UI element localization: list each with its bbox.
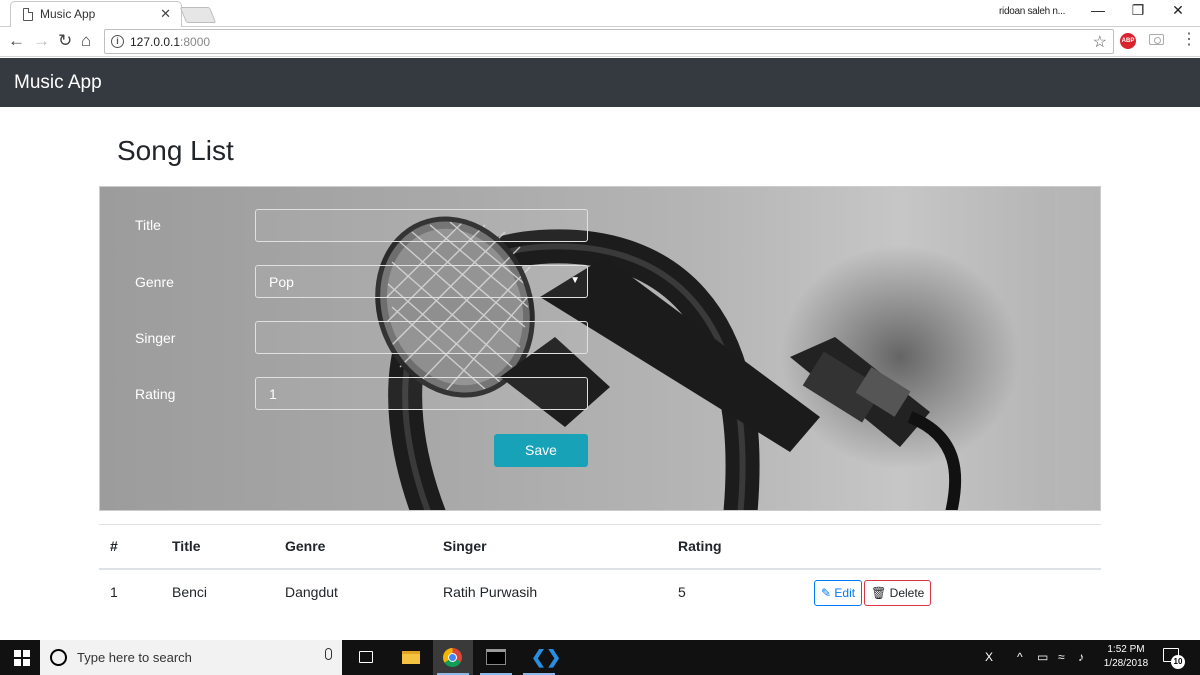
kebab-menu-icon[interactable]: ⋮ xyxy=(1181,32,1197,48)
song-table: # Title Genre Singer Rating 1 Benci Dang… xyxy=(99,524,1101,614)
genre-label: Genre xyxy=(135,274,174,290)
delete-button[interactable]: 🗑 Delete xyxy=(864,579,932,606)
edit-button[interactable]: ✎ Edit xyxy=(814,579,863,606)
new-tab-button[interactable] xyxy=(179,7,217,23)
windows-start-icon[interactable] xyxy=(14,650,30,666)
page-icon xyxy=(23,8,33,21)
profile-name[interactable]: ridoan saleh n... xyxy=(999,6,1065,17)
vscode-icon[interactable]: ❮❯ xyxy=(519,640,561,675)
url-text: 127.0.0.1:8000 xyxy=(130,35,211,49)
taskbar-search-placeholder: Type here to search xyxy=(77,650,192,665)
people-icon[interactable]: Х xyxy=(985,650,993,664)
forward-arrow-icon[interactable]: → xyxy=(33,32,50,50)
column-header-genre: Genre xyxy=(274,524,432,570)
terminal-icon[interactable] xyxy=(476,640,516,675)
cortana-icon xyxy=(50,649,67,666)
singer-input[interactable] xyxy=(255,321,588,354)
column-header-number: # xyxy=(99,524,161,570)
browser-toolbar: ← → ↻ ⌂ i 127.0.0.1:8000 ☆ ABP ⋮ xyxy=(0,27,1200,57)
app-navbar: Music App xyxy=(0,58,1200,107)
table-header-row: # Title Genre Singer Rating xyxy=(99,524,1101,570)
dropdown-arrow-icon: ▼ xyxy=(570,275,580,286)
home-icon[interactable]: ⌂ xyxy=(81,32,91,50)
row-actions: ✎ Edit 🗑 Delete xyxy=(803,569,1101,614)
column-header-singer: Singer xyxy=(432,524,667,570)
close-window-button[interactable]: ✕ xyxy=(1158,2,1198,19)
title-input[interactable] xyxy=(255,209,588,242)
address-bar[interactable]: i 127.0.0.1:8000 ☆ xyxy=(104,29,1114,54)
column-header-rating: Rating xyxy=(667,524,803,570)
chrome-icon[interactable] xyxy=(433,640,473,675)
title-label: Title xyxy=(135,217,161,233)
action-center-icon[interactable]: 10 xyxy=(1163,648,1185,669)
tab-title: Music App xyxy=(40,7,96,21)
clock-date: 1/28/2018 xyxy=(1103,658,1149,669)
singer-label: Singer xyxy=(135,330,176,346)
windows-taskbar: Type here to search ❮❯ Х ^ ▭ ≈ ♪ 1:52 PM… xyxy=(0,640,1200,675)
trash-icon: 🗑 xyxy=(871,585,887,600)
edit-icon: ✎ xyxy=(821,585,832,600)
show-hidden-icons-chevron-icon[interactable]: ^ xyxy=(1017,650,1023,664)
row-number: 1 xyxy=(110,583,118,600)
browser-tabstrip: Music App ✕ ridoan saleh n... — ❐ ✕ xyxy=(0,0,1200,27)
file-explorer-icon[interactable] xyxy=(391,640,431,675)
row-title: Benci xyxy=(172,583,208,600)
minimize-button[interactable]: — xyxy=(1078,2,1118,18)
back-arrow-icon[interactable]: ← xyxy=(8,32,25,50)
restore-button[interactable]: ❐ xyxy=(1118,2,1158,19)
wifi-icon[interactable]: ≈ xyxy=(1058,650,1065,664)
volume-icon[interactable]: ♪ xyxy=(1078,650,1084,664)
reload-icon[interactable]: ↻ xyxy=(58,32,72,50)
battery-icon[interactable]: ▭ xyxy=(1037,650,1048,664)
column-header-actions xyxy=(803,524,1101,570)
notification-badge: 10 xyxy=(1171,655,1185,669)
browser-tab[interactable]: Music App ✕ xyxy=(10,1,182,27)
genre-select[interactable]: Pop ▼ xyxy=(255,265,588,298)
camera-icon[interactable] xyxy=(1149,34,1164,45)
rating-label: Rating xyxy=(135,386,176,402)
row-genre: Dangdut xyxy=(285,583,338,600)
clock-time: 1:52 PM xyxy=(1107,644,1145,655)
taskbar-clock[interactable]: 1:52 PM 1/28/2018 xyxy=(1100,643,1152,671)
navbar-brand[interactable]: Music App xyxy=(14,72,102,94)
tab-close-icon[interactable]: ✕ xyxy=(160,6,171,22)
page-title: Song List xyxy=(117,135,234,166)
microphone-icon[interactable] xyxy=(325,648,332,660)
microphone-background-image xyxy=(375,187,1100,510)
song-table-container: # Title Genre Singer Rating 1 Benci Dang… xyxy=(99,524,1101,614)
rating-input[interactable] xyxy=(255,377,588,410)
table-row: 1 Benci Dangdut Ratih Purwasih 5 ✎ Edit 🗑… xyxy=(99,569,1101,614)
info-icon[interactable]: i xyxy=(111,35,124,48)
save-button[interactable]: Save xyxy=(494,434,588,467)
genre-selected-value: Pop xyxy=(269,274,294,290)
row-singer: Ratih Purwasih xyxy=(443,583,538,600)
task-view-icon[interactable] xyxy=(346,640,386,675)
row-rating: 5 xyxy=(678,583,686,600)
adblock-icon[interactable]: ABP xyxy=(1120,33,1136,49)
song-form-panel: Title Genre Pop ▼ Singer Rating Save xyxy=(99,186,1101,511)
bookmark-star-icon[interactable]: ☆ xyxy=(1093,32,1107,52)
column-header-title: Title xyxy=(161,524,274,570)
taskbar-search-box[interactable]: Type here to search xyxy=(40,640,342,675)
